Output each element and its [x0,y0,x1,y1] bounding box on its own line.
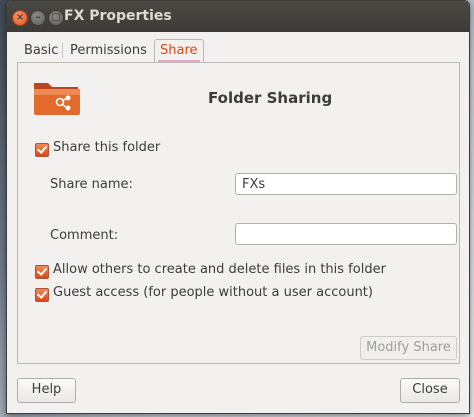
tab-permissions[interactable]: Permissions [66,40,151,61]
comment-label: Comment: [50,228,119,243]
modify-share-button[interactable]: Modify Share [360,336,457,360]
properties-window: × – □ FX Properties Basic Permissions Sh… [6,0,470,414]
share-panel: Folder Sharing Share this folder Share n… [17,62,460,364]
help-button[interactable]: Help [17,378,76,403]
maximize-icon: □ [51,12,61,23]
allow-others-label[interactable]: Allow others to create and delete files … [53,262,386,277]
window-title: FX Properties [64,8,172,24]
guest-access-checkbox[interactable] [35,288,49,302]
share-folder-label[interactable]: Share this folder [53,140,160,155]
window-close-button[interactable]: × [12,10,28,26]
tab-basic[interactable]: Basic [20,40,62,61]
folder-share-icon [34,83,80,115]
tab-separator [62,43,63,58]
share-name-field[interactable]: FXs [235,173,457,195]
close-button[interactable]: Close [400,378,460,403]
tab-share[interactable]: Share [154,39,204,63]
comment-field[interactable] [235,223,457,245]
share-name-label: Share name: [50,177,133,192]
guest-access-label[interactable]: Guest access (for people without a user … [53,285,373,300]
tab-share-label: Share [160,43,198,58]
window-minimize-button[interactable]: – [30,10,46,26]
folder-sharing-heading: Folder Sharing [208,89,333,107]
minimize-icon: – [35,12,41,23]
allow-others-checkbox[interactable] [35,265,49,279]
close-icon: × [15,12,25,23]
window-maximize-button[interactable]: □ [48,10,64,26]
share-folder-checkbox[interactable] [35,143,49,157]
title-bar[interactable]: × – □ FX Properties [7,1,469,32]
